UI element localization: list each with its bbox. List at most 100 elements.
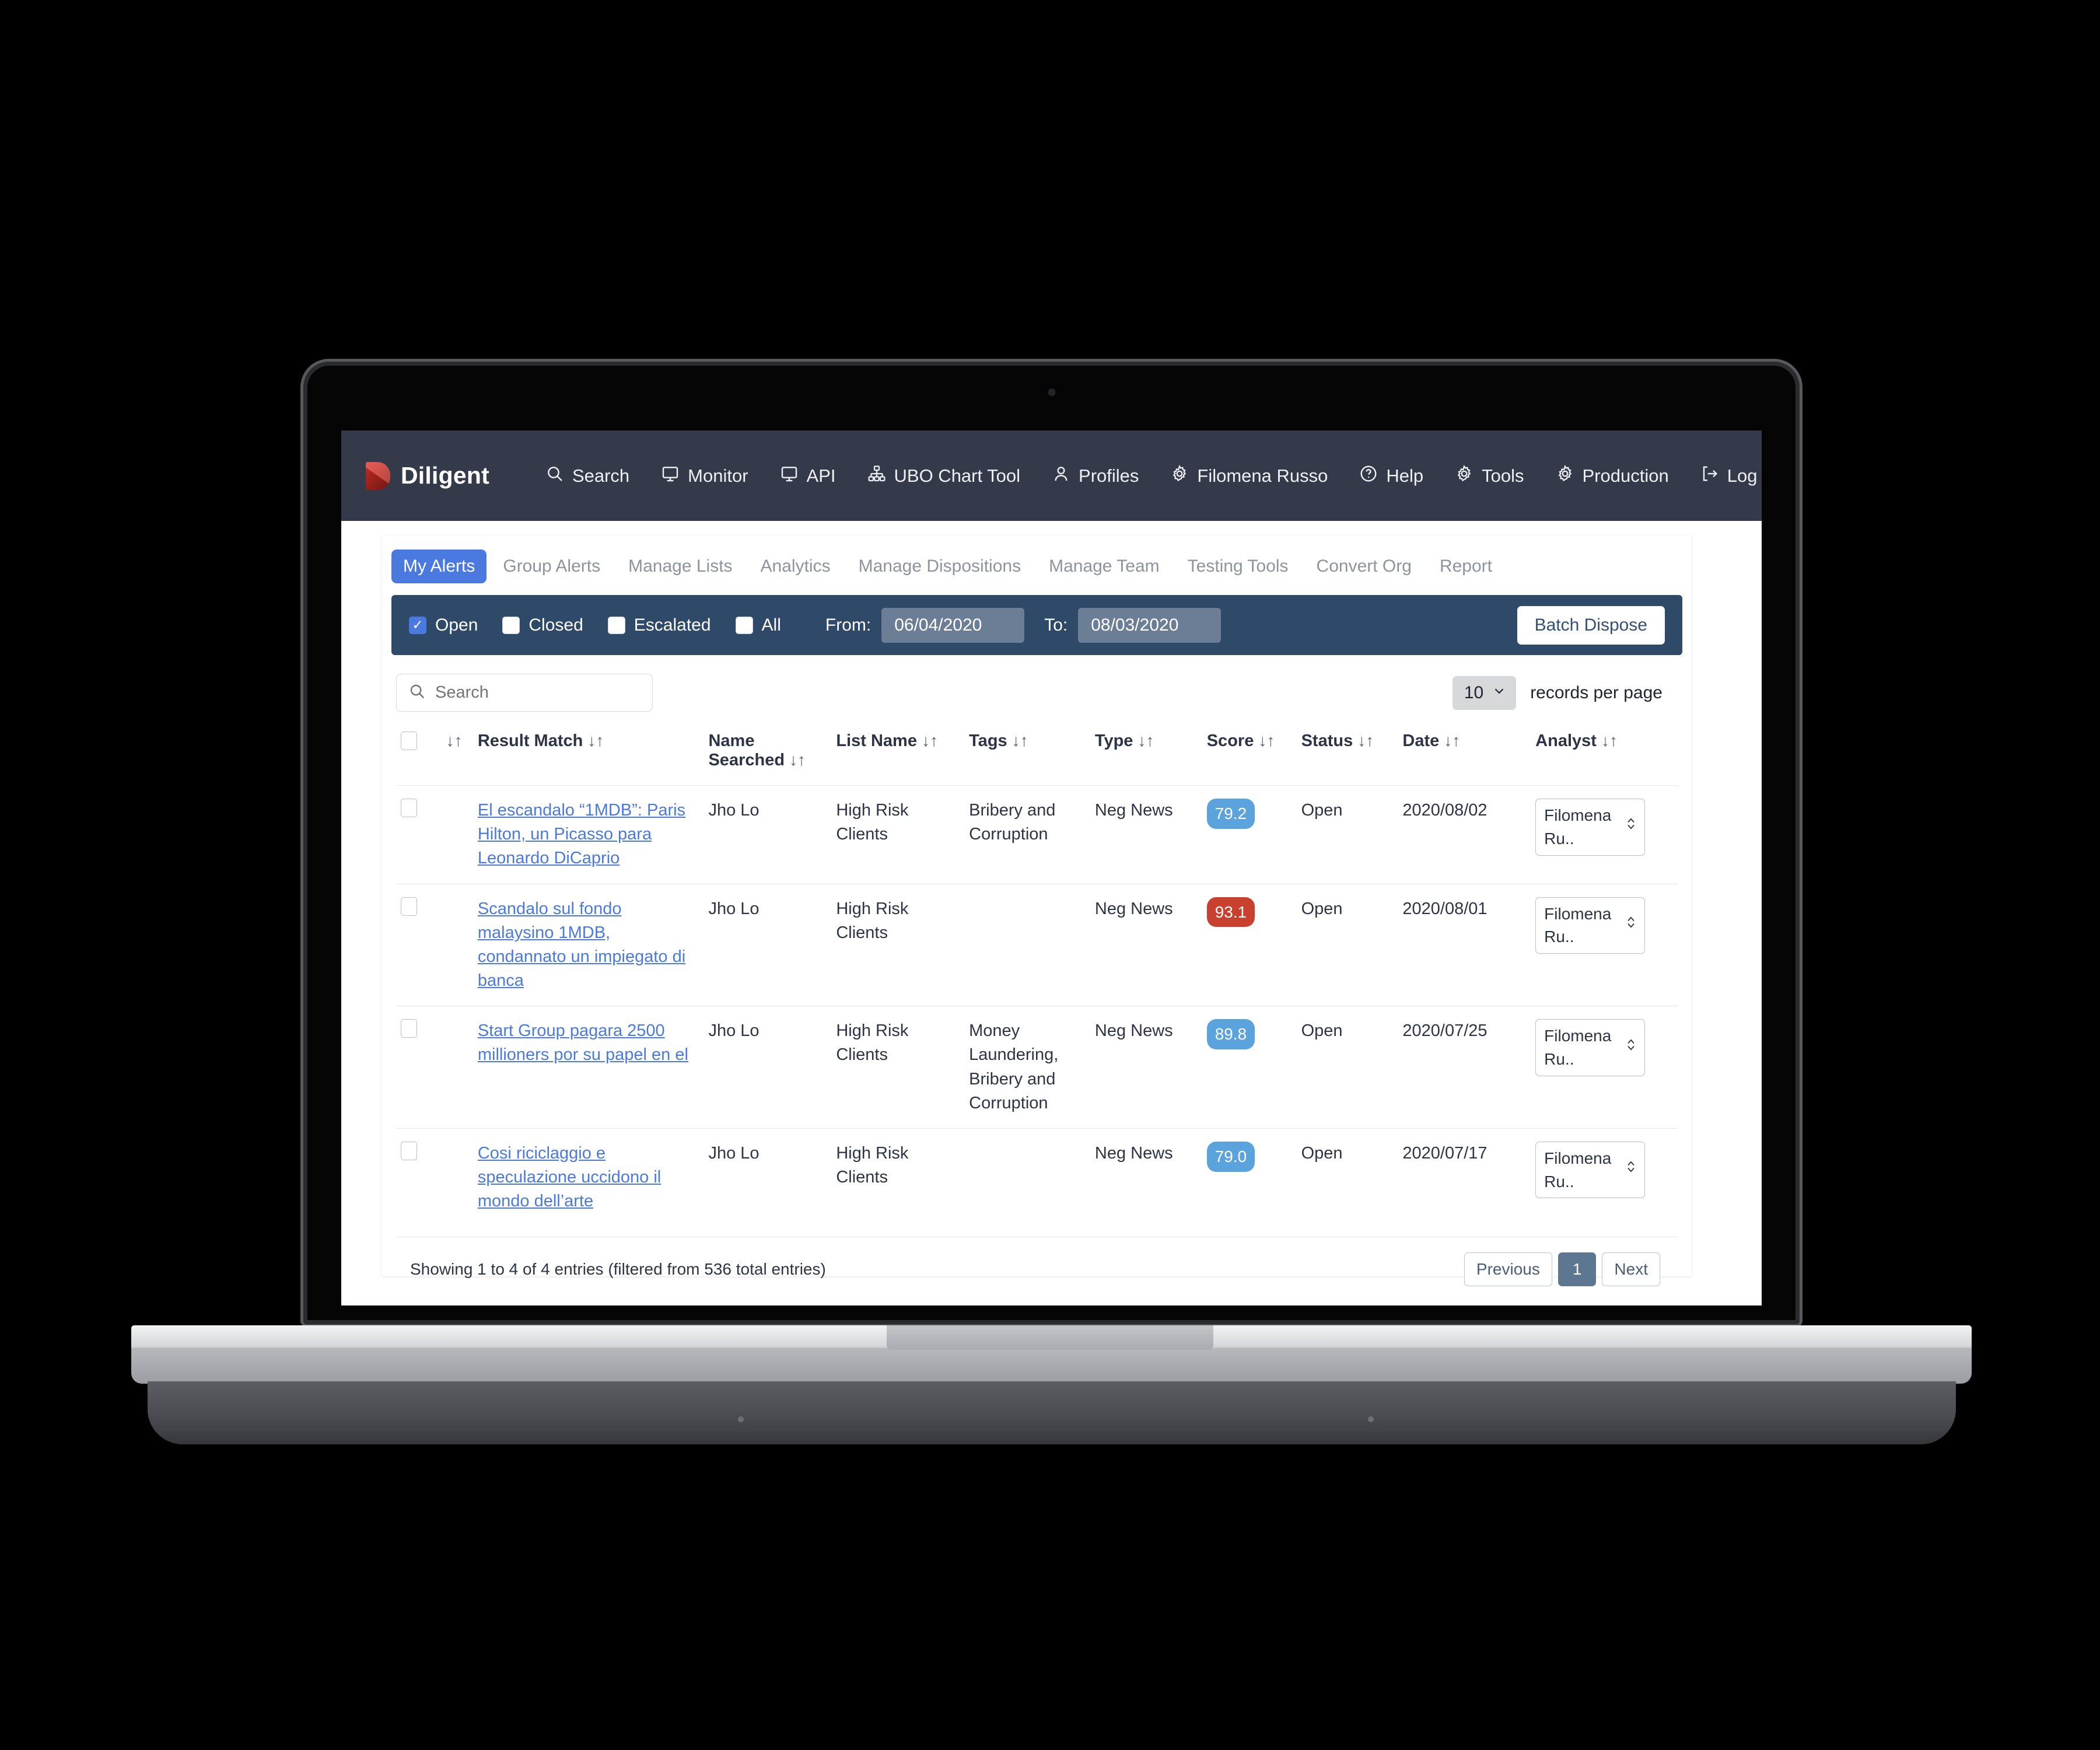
sort-icon[interactable]: ↓↑ xyxy=(1601,732,1618,750)
next-page-button[interactable]: Next xyxy=(1602,1252,1660,1287)
org-chart-icon xyxy=(867,464,886,488)
sort-icon[interactable]: ↓↑ xyxy=(587,732,604,750)
nav-item-monitor[interactable]: Monitor xyxy=(661,464,748,488)
row-sort-header[interactable]: ↓↑ xyxy=(437,726,473,786)
open-checkbox[interactable] xyxy=(409,616,426,634)
sort-icon[interactable]: ↓↑ xyxy=(1444,732,1460,750)
analyst-select[interactable]: Filomena Ru.. xyxy=(1535,897,1646,954)
sort-icon[interactable]: ↓↑ xyxy=(789,751,806,769)
nav-label: API xyxy=(806,465,836,486)
column-header-date[interactable]: Date ↓↑ xyxy=(1398,726,1531,786)
type-cell: Neg News xyxy=(1090,1006,1202,1129)
table-row[interactable]: Scandalo sul fondo malaysino 1MDB, conda… xyxy=(396,883,1678,1006)
sort-icon[interactable]: ↓↑ xyxy=(1357,732,1374,750)
sort-icon[interactable]: ↓↑ xyxy=(1012,732,1028,750)
nav-item-ubo-chart-tool[interactable]: UBO Chart Tool xyxy=(867,464,1020,488)
entries-summary: Showing 1 to 4 of 4 entries (filtered fr… xyxy=(410,1260,826,1279)
table-row[interactable]: El escandalo “1MDB”: Paris Hilton, un Pi… xyxy=(396,785,1678,884)
brand-logo[interactable]: Diligent xyxy=(366,461,489,490)
table-row[interactable]: Start Group pagara 2500 millioners por s… xyxy=(396,1006,1678,1129)
sort-icon[interactable]: ↓↑ xyxy=(922,732,938,750)
date-cell: 2020/08/01 xyxy=(1398,883,1531,1006)
filter-closed[interactable]: Closed xyxy=(502,615,583,635)
column-header-result-match[interactable]: Result Match ↓↑ xyxy=(473,726,704,786)
result-match-link[interactable]: El escandalo “1MDB”: Paris Hilton, un Pi… xyxy=(478,801,685,867)
nav-item-profiles[interactable]: Profiles xyxy=(1052,464,1139,488)
previous-page-button[interactable]: Previous xyxy=(1464,1252,1552,1287)
row-checkbox[interactable] xyxy=(401,1141,417,1160)
row-checkbox[interactable] xyxy=(401,897,417,916)
column-header-analyst[interactable]: Analyst ↓↑ xyxy=(1531,726,1678,786)
column-header-type[interactable]: Type ↓↑ xyxy=(1090,726,1202,786)
column-header-score[interactable]: Score ↓↑ xyxy=(1202,726,1297,786)
escalated-checkbox[interactable] xyxy=(607,616,625,634)
analyst-select[interactable]: Filomena Ru.. xyxy=(1535,1141,1646,1199)
analyst-select[interactable]: Filomena Ru.. xyxy=(1535,1019,1646,1076)
column-header-name-searched[interactable]: Name Searched ↓↑ xyxy=(704,726,831,786)
from-label: From: xyxy=(825,615,872,635)
all-checkbox[interactable] xyxy=(735,616,753,634)
logout-icon xyxy=(1700,464,1719,488)
result-match-link[interactable]: Cosi riciclaggio e speculazione uccidono… xyxy=(478,1144,661,1210)
analyst-select[interactable]: Filomena Ru.. xyxy=(1535,799,1646,856)
list-name-cell: High Risk Clients xyxy=(831,785,965,884)
row-spacer-cell xyxy=(436,883,473,1006)
to-date-input[interactable]: 08/03/2020 xyxy=(1078,607,1222,643)
tab-analytics[interactable]: Analytics xyxy=(749,550,842,583)
result-match-link[interactable]: Scandalo sul fondo malaysino 1MDB, conda… xyxy=(478,900,685,991)
filter-open[interactable]: Open xyxy=(409,615,478,635)
row-checkbox[interactable] xyxy=(401,1019,417,1038)
filter-escalated[interactable]: Escalated xyxy=(607,615,711,635)
sort-icon[interactable]: ↓↑ xyxy=(1138,732,1154,750)
tab-bar: My Alerts Group Alerts Manage Lists Anal… xyxy=(382,536,1692,595)
nav-item-search[interactable]: Search xyxy=(545,464,629,488)
tab-testing-tools[interactable]: Testing Tools xyxy=(1176,550,1300,583)
tab-manage-dispositions[interactable]: Manage Dispositions xyxy=(847,550,1032,583)
records-per-page-control: 10 records per page xyxy=(1452,676,1682,710)
from-date-input[interactable]: 06/04/2020 xyxy=(881,607,1025,643)
nav-item-api[interactable]: API xyxy=(780,464,836,488)
nav-item-help[interactable]: Help xyxy=(1359,464,1423,488)
tab-report[interactable]: Report xyxy=(1428,550,1504,583)
table-footer: Showing 1 to 4 of 4 entries (filtered fr… xyxy=(396,1237,1678,1287)
table-head: ↓↑ Result Match ↓↑ Name Searched ↓↑ List N… xyxy=(396,726,1678,786)
nav-item-filomena-russo[interactable]: Filomena Russo xyxy=(1170,464,1328,488)
row-select-cell xyxy=(396,883,437,1006)
tags-cell xyxy=(964,883,1090,1006)
monitor-icon xyxy=(780,464,799,488)
brand-name: Diligent xyxy=(401,462,489,489)
nav-item-production[interactable]: Production xyxy=(1556,464,1669,488)
batch-dispose-button[interactable]: Batch Dispose xyxy=(1517,606,1665,645)
tab-convert-org[interactable]: Convert Org xyxy=(1305,550,1423,583)
tab-manage-lists[interactable]: Manage Lists xyxy=(617,550,744,583)
table-row[interactable]: Cosi riciclaggio e speculazione uccidono… xyxy=(396,1128,1678,1227)
column-label: List Name xyxy=(836,732,917,750)
search-box[interactable] xyxy=(396,674,653,712)
nav-item-log-out[interactable]: Log Out xyxy=(1700,464,1762,488)
tab-my-alerts[interactable]: My Alerts xyxy=(391,550,487,583)
status-cell: Open xyxy=(1296,1128,1398,1227)
sort-icon[interactable]: ↓↑ xyxy=(446,732,463,750)
tab-group-alerts[interactable]: Group Alerts xyxy=(491,550,612,583)
column-header-status[interactable]: Status ↓↑ xyxy=(1297,726,1398,786)
filter-all[interactable]: All xyxy=(735,615,781,635)
page-1-button[interactable]: 1 xyxy=(1558,1252,1597,1287)
list-name-cell: High Risk Clients xyxy=(831,1006,965,1129)
closed-checkbox[interactable] xyxy=(502,616,520,634)
gear-icon xyxy=(1455,464,1474,488)
laptop-hinge-notch xyxy=(887,1325,1213,1350)
nav-item-tools[interactable]: Tools xyxy=(1455,464,1524,488)
search-input[interactable] xyxy=(435,683,640,702)
sort-icon[interactable]: ↓↑ xyxy=(1258,732,1275,750)
row-checkbox[interactable] xyxy=(401,799,417,817)
chevron-down-icon xyxy=(1492,683,1507,703)
records-per-page-select[interactable]: 10 xyxy=(1452,676,1517,710)
result-match-cell: Scandalo sul fondo malaysino 1MDB, conda… xyxy=(473,883,704,1006)
column-header-tags[interactable]: Tags ↓↑ xyxy=(964,726,1090,786)
result-match-link[interactable]: Start Group pagara 2500 millioners por s… xyxy=(478,1021,688,1064)
select-all-checkbox[interactable] xyxy=(401,732,417,750)
column-header-list-name[interactable]: List Name ↓↑ xyxy=(831,726,964,786)
tab-manage-team[interactable]: Manage Team xyxy=(1037,550,1171,583)
alerts-table: ↓↑ Result Match ↓↑ Name Searched ↓↑ List N… xyxy=(396,726,1678,1227)
result-match-cell: El escandalo “1MDB”: Paris Hilton, un Pi… xyxy=(473,785,704,884)
